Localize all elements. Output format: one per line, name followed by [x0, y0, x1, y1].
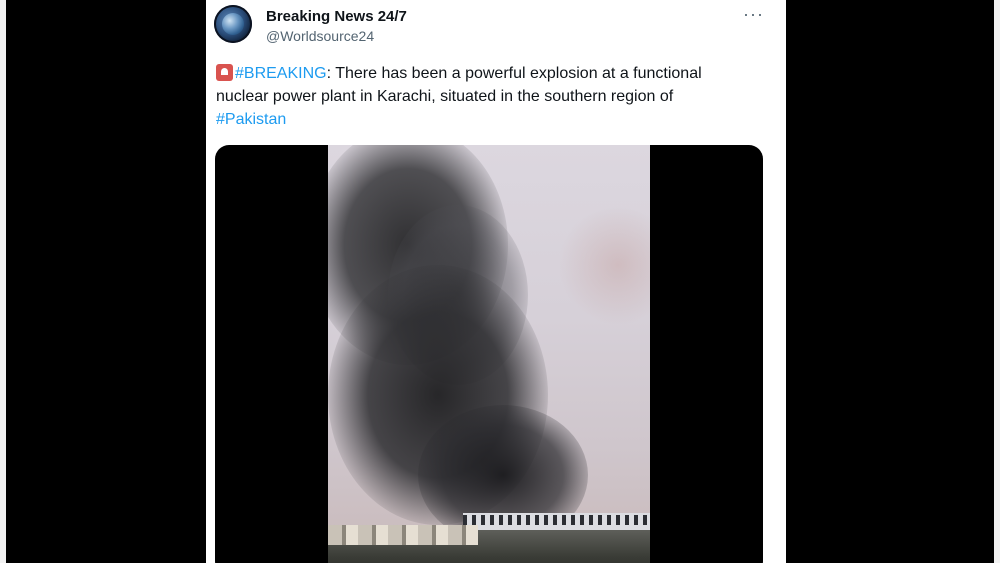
tweet-text: #BREAKING: There has been a powerful exp… [216, 62, 756, 131]
video-player[interactable] [215, 145, 763, 563]
user-handle[interactable]: @Worldsource24 [266, 28, 374, 44]
more-options-icon[interactable]: ··· [743, 4, 764, 25]
building-windows [463, 515, 650, 525]
hashtag-breaking[interactable]: #BREAKING [235, 65, 327, 82]
sky-haze [558, 205, 650, 325]
siren-icon [216, 64, 233, 81]
window-edge-left [0, 0, 6, 563]
tweet-card[interactable]: Breaking News 24/7 @Worldsource24 ··· #B… [206, 0, 786, 563]
globe-icon [222, 13, 244, 35]
window-edge-right [994, 0, 1000, 563]
hashtag-pakistan[interactable]: #Pakistan [216, 111, 286, 128]
avatar[interactable] [214, 5, 252, 43]
video-frame[interactable] [328, 145, 650, 563]
rooftops [328, 525, 478, 545]
display-name[interactable]: Breaking News 24/7 [266, 8, 407, 25]
